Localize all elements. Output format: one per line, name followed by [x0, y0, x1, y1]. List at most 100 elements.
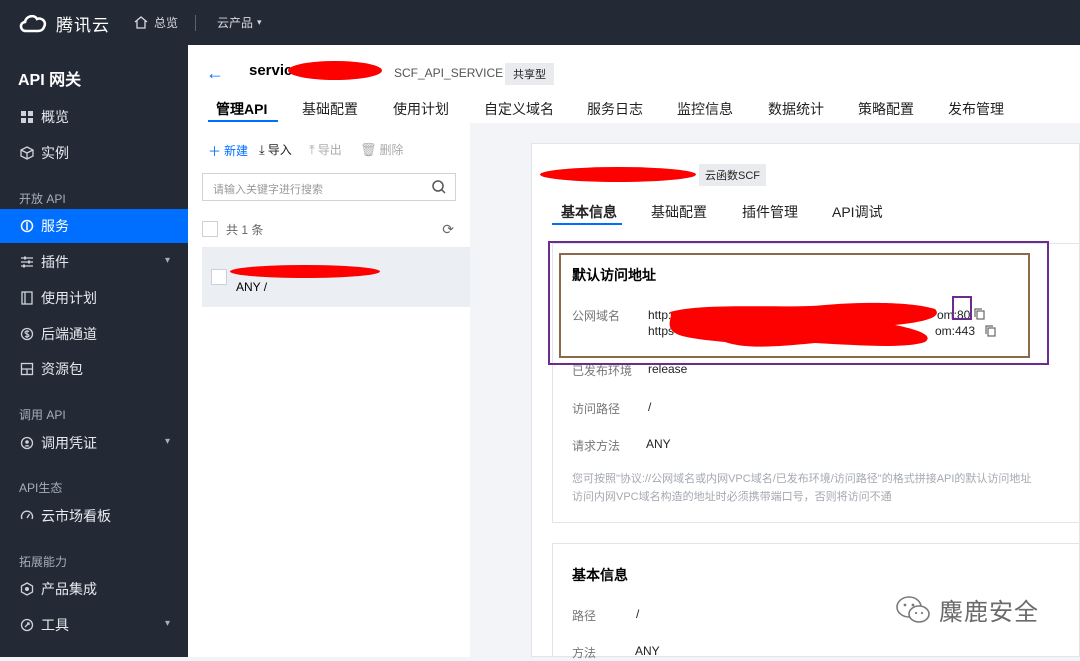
tab-manage-api[interactable]: 管理API — [216, 99, 267, 119]
search-icon[interactable] — [431, 179, 447, 195]
path-label: 访问路径 — [572, 402, 621, 416]
path-label: 路径 — [572, 609, 597, 623]
sidebar-item-backend-channel[interactable]: 后端通道 — [0, 317, 188, 351]
sidebar-item-label: 资源包 — [41, 361, 83, 377]
list-count: 共 1 条 — [226, 222, 264, 237]
new-label: 新建 — [224, 144, 249, 158]
tencent-cloud-logo[interactable]: 腾讯云 — [18, 10, 110, 36]
list-header-row: 共 1 条 ⟳ — [202, 219, 456, 239]
hint-line-1: 您可按照"协议://公网域名或内网VPC域名/已发布环境/访问路径"的格式拼接A… — [572, 473, 1032, 485]
sidebar-item-label: 服务 — [41, 218, 69, 234]
chevron-down-icon: ▾ — [257, 17, 262, 27]
tab-plugin-management[interactable]: 插件管理 — [742, 202, 798, 222]
sidebar-item-plugin[interactable]: 插件 ▾ — [0, 245, 188, 279]
sidebar-item-credentials[interactable]: 调用凭证 ▾ — [0, 426, 188, 460]
tools-icon — [20, 618, 34, 632]
dollar-icon — [20, 327, 34, 341]
redaction-mark — [540, 167, 696, 182]
document-icon — [21, 291, 33, 305]
tab-basic-config[interactable]: 基础配置 — [302, 99, 358, 119]
method-label: 请求方法 — [572, 439, 621, 453]
sidebar-item-overview[interactable]: 概览 — [0, 100, 188, 134]
redaction-mark — [230, 265, 380, 278]
integration-icon — [20, 582, 34, 596]
new-api-button[interactable]: ＋ 新建 — [208, 141, 248, 160]
hint-line-2: 访问内网VPC域名构造的地址时必须携带端口号，否则将访问不通 — [572, 491, 892, 503]
tab-basic-info[interactable]: 基本信息 — [561, 202, 617, 222]
refresh-icon[interactable]: ⟳ — [442, 221, 454, 238]
active-tab-indicator — [552, 223, 622, 225]
product-title: API 网关 — [18, 72, 82, 89]
api-method-path: ANY / — [236, 280, 268, 294]
overview-link[interactable]: 总览 — [134, 14, 178, 31]
import-label: 导入 — [267, 143, 292, 157]
service-name: servic — [249, 62, 293, 79]
chevron-down-icon: ▾ — [164, 255, 170, 266]
sidebar-item-label: 调用凭证 — [41, 435, 97, 451]
sidebar-item-label: 插件 — [41, 254, 69, 270]
products-label: 云产品 — [217, 16, 254, 30]
watermark-text: 麋鹿安全 — [939, 599, 1039, 626]
tab-service-log[interactable]: 服务日志 — [587, 99, 643, 119]
import-button[interactable]: ⤓ 导入 — [259, 141, 292, 158]
service-id: SCF_API_SERVICE — [394, 66, 504, 80]
cube-icon — [20, 146, 34, 160]
brand-name: 腾讯云 — [56, 15, 110, 35]
path-value: / — [636, 607, 640, 621]
sidebar-item-label: 产品集成 — [41, 581, 97, 597]
sidebar-item-resource-pack[interactable]: 资源包 — [0, 352, 188, 386]
redaction-mark — [288, 61, 382, 80]
sliders-icon — [21, 256, 33, 268]
backend-type-badge: 云函数SCF — [699, 164, 766, 186]
dashboard-icon — [20, 510, 34, 520]
sidebar-group-open-api: 开放 API — [19, 192, 66, 206]
wechat-icon — [896, 595, 930, 623]
sidebar-item-market-board[interactable]: 云市场看板 — [0, 499, 188, 533]
sidebar-item-tools[interactable]: 工具 ▾ — [0, 608, 188, 642]
back-arrow-icon[interactable]: ← — [206, 63, 224, 84]
port-annotation-box — [952, 296, 972, 320]
select-all-checkbox[interactable] — [202, 221, 218, 237]
basic-info-title: 基本信息 — [572, 567, 628, 583]
tab-policy-config[interactable]: 策略配置 — [858, 99, 914, 119]
tab-basic-config[interactable]: 基础配置 — [651, 202, 707, 222]
sidebar-item-service[interactable]: 服务 — [0, 209, 188, 243]
method-label: 方法 — [572, 646, 597, 660]
grid-icon — [21, 111, 33, 123]
export-label: 导出 — [317, 143, 342, 157]
trash-icon: 🗑 — [360, 141, 377, 157]
package-icon — [20, 362, 34, 376]
export-button[interactable]: ⤒ 导出 — [309, 141, 342, 158]
delete-button[interactable]: 🗑 删除 — [360, 141, 404, 158]
sidebar-item-usage-plan[interactable]: 使用计划 — [0, 281, 188, 315]
cloud-logo-icon — [19, 14, 47, 33]
method-value: ANY — [635, 644, 660, 658]
tab-release-management[interactable]: 发布管理 — [948, 99, 1004, 119]
sidebar-item-instance[interactable]: 实例 — [0, 136, 188, 170]
credential-icon — [20, 436, 34, 450]
sidebar: API 网关 概览 实例 开放 API 服务 插件 ▾ 使用计划 后端通道 资源… — [0, 45, 188, 657]
service-icon — [20, 219, 34, 233]
chevron-down-icon: ▾ — [164, 618, 170, 629]
tab-monitoring[interactable]: 监控信息 — [677, 99, 733, 119]
tab-usage-plan[interactable]: 使用计划 — [393, 99, 449, 119]
sidebar-item-label: 工具 — [41, 617, 69, 633]
delete-label: 删除 — [379, 143, 404, 157]
sidebar-item-label: 实例 — [41, 145, 69, 161]
row-checkbox[interactable] — [211, 269, 227, 285]
active-tab-indicator — [208, 120, 278, 122]
sidebar-item-product-integration[interactable]: 产品集成 — [0, 572, 188, 606]
list-item[interactable]: ANY / — [202, 247, 470, 307]
sidebar-item-label: 使用计划 — [41, 290, 97, 306]
chevron-down-icon: ▾ — [164, 436, 170, 447]
sidebar-item-label: 云市场看板 — [41, 508, 111, 524]
overview-label: 总览 — [154, 16, 179, 30]
divider — [195, 15, 196, 31]
tab-api-debug[interactable]: API调试 — [832, 202, 883, 222]
search-input[interactable]: 请输入关键字进行搜索 — [202, 173, 456, 201]
products-menu[interactable]: 云产品 ▾ — [217, 14, 262, 31]
sidebar-group-call-api: 调用 API — [19, 408, 66, 422]
tab-custom-domain[interactable]: 自定义域名 — [484, 99, 554, 119]
sidebar-group-api-ecosystem: API生态 — [19, 481, 63, 495]
tab-statistics[interactable]: 数据统计 — [768, 99, 824, 119]
